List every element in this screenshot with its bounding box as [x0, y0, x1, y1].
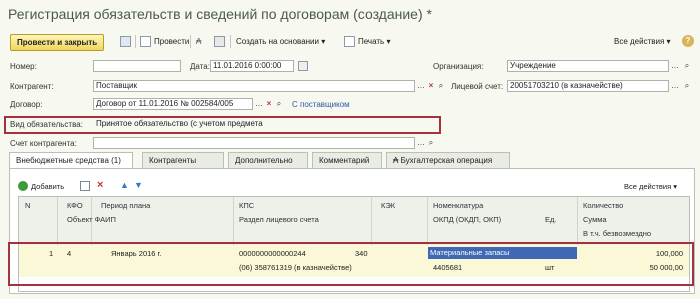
col-sum[interactable]: Сумма [583, 215, 607, 224]
contract-field[interactable]: Договор от 11.01.2016 № 002584/005 [93, 98, 253, 110]
add-icon[interactable] [18, 181, 28, 191]
tab-additional[interactable]: Дополнительно [228, 152, 308, 168]
chevron-down-icon: ▾ [386, 37, 391, 46]
help-icon[interactable]: ? [682, 35, 694, 47]
add-button[interactable]: Добавить [31, 182, 64, 191]
calendar-icon[interactable] [298, 61, 308, 71]
account-field[interactable]: 20051703210 (в казначействе) [507, 80, 669, 92]
tab-bar: Внебюджетные средства (1) Контрагенты До… [9, 152, 695, 169]
organization-select-button[interactable]: … [670, 60, 680, 72]
date-field[interactable]: 11.01.2016 0:00:00 [210, 60, 294, 72]
number-field[interactable] [93, 60, 181, 72]
chevron-down-icon: ▾ [321, 37, 326, 46]
tab-offbudget-funds[interactable]: Внебюджетные средства (1) [9, 152, 133, 169]
col-kek[interactable]: КЭК [381, 201, 395, 210]
col-unit[interactable]: Ед. [545, 215, 556, 224]
arrow-up-icon[interactable]: ▲ [120, 180, 129, 190]
col-object[interactable]: Объект ФАИП [67, 215, 116, 224]
report-icon[interactable] [214, 36, 225, 47]
ledger-icon[interactable]: ₳ [196, 35, 201, 48]
table-all-actions-label: Все действия [624, 182, 672, 191]
search-icon[interactable]: ⌕ [426, 137, 436, 149]
print-button[interactable]: Печать ▾ [358, 35, 390, 48]
copy-icon[interactable] [80, 181, 90, 191]
contractor-select-button[interactable]: … [416, 80, 426, 92]
table-row-highlight [8, 242, 694, 286]
table-all-actions-button[interactable]: Все действия ▾ [624, 182, 677, 191]
contractor-account-select-button[interactable]: … [416, 137, 426, 149]
contract-label: Договор: [10, 100, 43, 109]
col-okdp[interactable]: ОКПД (ОКДП, ОКП) [433, 215, 501, 224]
col-free[interactable]: В т.ч. безвозмездно [583, 229, 651, 238]
chevron-down-icon: ▾ [673, 182, 678, 191]
col-period[interactable]: Период плана [101, 201, 150, 210]
toolbar-separator [190, 35, 191, 48]
contractor-label: Контрагент: [10, 82, 54, 91]
toolbar-separator [135, 35, 136, 48]
delete-icon[interactable]: × [97, 179, 103, 191]
contractor-account-field[interactable] [93, 137, 415, 149]
date-label: Дата: [190, 62, 210, 71]
col-quantity[interactable]: Количество [583, 201, 623, 210]
col-nomenclature[interactable]: Номенклатура [433, 201, 483, 210]
search-icon[interactable]: ⌕ [682, 60, 692, 72]
col-account-section[interactable]: Раздел лицевого счета [239, 215, 319, 224]
col-kfo[interactable]: КФО [67, 201, 83, 210]
organization-label: Организация: [433, 62, 484, 71]
all-actions-label: Все действия [614, 37, 665, 46]
col-kps[interactable]: КПС [239, 201, 254, 210]
search-icon[interactable]: ⌕ [436, 80, 446, 92]
col-n[interactable]: N [25, 201, 30, 210]
account-select-button[interactable]: … [670, 80, 680, 92]
table-header: N КФО Период плана Объект ФАИП КПС Разде… [19, 197, 689, 246]
chevron-down-icon: ▾ [666, 37, 671, 46]
search-icon[interactable]: ⌕ [274, 98, 284, 110]
account-label: Лицевой счет: [451, 82, 504, 91]
clear-icon[interactable]: × [426, 80, 436, 92]
tab-contractors[interactable]: Контрагенты [142, 152, 224, 168]
contractor-field[interactable]: Поставщик [93, 80, 415, 92]
search-icon[interactable]: ⌕ [682, 80, 692, 92]
contract-kind-link[interactable]: С поставщиком [292, 100, 350, 109]
print-icon [344, 36, 355, 47]
print-label: Печать [358, 37, 385, 46]
number-label: Номер: [10, 62, 37, 71]
toolbar-separator [230, 35, 231, 48]
contract-select-button[interactable]: … [254, 98, 264, 110]
obligation-type-field[interactable]: Принятое обязательство (с учетом предмет… [93, 118, 433, 130]
tab-accounting-operation[interactable]: ₳ Бухгалтерская операция [386, 152, 510, 168]
tab-comment[interactable]: Комментарий [312, 152, 382, 168]
contractor-account-label: Счет контрагента: [10, 139, 77, 148]
tab-accounting-operation-label: Бухгалтерская операция [400, 156, 493, 165]
post-button[interactable]: Провести [154, 35, 189, 48]
obligation-type-label: Вид обязательства: [10, 120, 83, 129]
organization-field[interactable]: Учреждение [507, 60, 669, 72]
clear-icon[interactable]: × [264, 98, 274, 110]
main-toolbar: Провести и закрыть Провести ₳ Создать на… [8, 34, 694, 51]
arrow-down-icon[interactable]: ▼ [134, 180, 143, 190]
save-icon[interactable] [120, 36, 131, 47]
create-based-on-label: Создать на основании [236, 37, 319, 46]
post-and-close-button[interactable]: Провести и закрыть [10, 34, 105, 51]
window-title: Регистрация обязательств и сведений по д… [8, 6, 432, 22]
accounting-icon: ₳ [393, 156, 401, 165]
create-based-on-button[interactable]: Создать на основании ▾ [236, 35, 325, 48]
post-document-icon [140, 36, 151, 47]
all-actions-button[interactable]: Все действия ▾ [614, 35, 671, 48]
